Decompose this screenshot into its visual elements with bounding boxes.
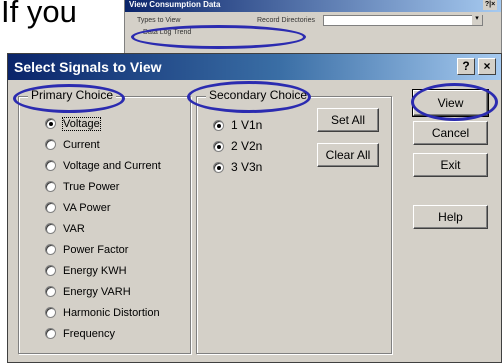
dialog-titlebar: Select Signals to View ? × (8, 54, 501, 80)
primary-choice-group: Primary Choice Voltage Current Voltage a… (18, 88, 191, 354)
background-window-titlebar: View Consumption Data ?|× (125, 0, 501, 12)
radio-label: Frequency (63, 328, 115, 340)
background-close-button[interactable]: ?|× (483, 0, 497, 10)
secondary-option-1[interactable]: 1 V1n (213, 118, 262, 134)
record-directories-dropdown[interactable] (323, 14, 483, 26)
radio-label: Voltage and Current (63, 160, 161, 172)
document-text: If you (1, 0, 77, 29)
background-window: View Consumption Data ?|× Types to View … (124, 0, 502, 55)
option-label: 3 V3n (231, 160, 263, 174)
dialog-title: Select Signals to View (14, 59, 162, 75)
exit-button[interactable]: Exit (413, 153, 488, 177)
secondary-option-3[interactable]: 3 V3n (213, 160, 262, 176)
radio-button[interactable] (45, 244, 56, 255)
radio-label: Harmonic Distortion (63, 307, 160, 319)
radio-button[interactable] (45, 160, 56, 171)
set-all-button[interactable]: Set All (317, 108, 379, 132)
clear-all-button[interactable]: Clear All (317, 143, 379, 167)
radio-label: Current (63, 139, 100, 151)
radio-power-factor[interactable]: Power Factor (45, 244, 128, 260)
radio-label: Energy KWH (63, 265, 127, 277)
radio-label: VA Power (63, 202, 111, 214)
radio-energy-kwh[interactable]: Energy KWH (45, 265, 127, 281)
radio-label: Power Factor (63, 244, 129, 256)
radio-button[interactable] (45, 307, 56, 318)
record-directories-label: Record Directories (257, 17, 315, 24)
secondary-choice-group: Secondary Choice 1 V1n 2 V2n 3 V3n Set A… (196, 88, 392, 354)
radio-true-power[interactable]: True Power (45, 181, 119, 197)
radio-voltage-and-current[interactable]: Voltage and Current (45, 160, 161, 176)
radio-button[interactable] (45, 265, 56, 276)
radio-voltage[interactable]: Voltage (45, 117, 101, 134)
dialog-help-button[interactable]: ? (457, 58, 475, 75)
radio-label: VAR (63, 223, 85, 235)
radio-button[interactable] (45, 223, 56, 234)
radio-var[interactable]: VAR (45, 223, 85, 239)
radio-button[interactable] (45, 202, 56, 213)
view-button[interactable]: View (412, 89, 489, 117)
primary-choice-legend: Primary Choice (28, 88, 117, 102)
radio-button-selected[interactable] (213, 162, 224, 173)
radio-label: Energy VARH (63, 286, 131, 298)
option-label: 1 V1n (231, 118, 263, 132)
background-window-title: View Consumption Data (129, 0, 221, 9)
types-to-view-label: Types to View (137, 17, 181, 24)
radio-button[interactable] (45, 286, 56, 297)
secondary-choice-legend: Secondary Choice (206, 88, 311, 102)
radio-frequency[interactable]: Frequency (45, 328, 115, 344)
radio-current[interactable]: Current (45, 139, 100, 155)
cancel-button[interactable]: Cancel (413, 121, 488, 145)
select-signals-dialog: Select Signals to View ? × Primary Choic… (7, 53, 502, 363)
radio-button[interactable] (45, 328, 56, 339)
radio-button-selected[interactable] (213, 141, 224, 152)
dialog-close-button[interactable]: × (478, 58, 496, 75)
radio-va-power[interactable]: VA Power (45, 202, 111, 218)
radio-button[interactable] (45, 139, 56, 150)
radio-label: Voltage (62, 117, 101, 131)
secondary-option-2[interactable]: 2 V2n (213, 139, 262, 155)
help-button[interactable]: Help (413, 205, 488, 229)
radio-energy-varh[interactable]: Energy VARH (45, 286, 131, 302)
radio-button-selected[interactable] (45, 118, 56, 129)
annotation-oval-datalog (131, 25, 306, 49)
option-label: 2 V2n (231, 139, 263, 153)
radio-button[interactable] (45, 181, 56, 192)
radio-label: True Power (63, 181, 120, 193)
radio-button-selected[interactable] (213, 120, 224, 131)
radio-harmonic-distortion[interactable]: Harmonic Distortion (45, 307, 160, 323)
